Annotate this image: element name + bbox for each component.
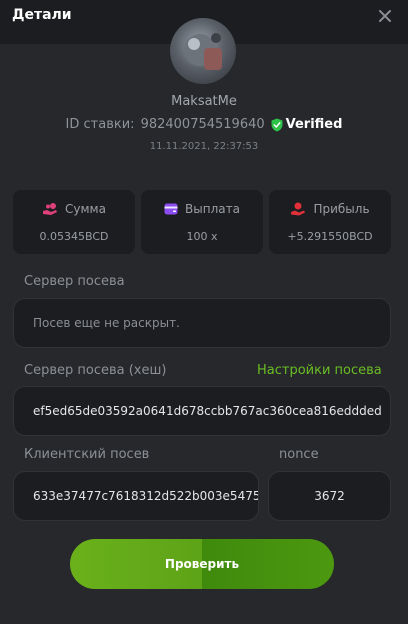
username: MaksatMe [171, 94, 237, 109]
verified-badge: Verified [271, 117, 343, 132]
bet-date: 11.11.2021, 22:37:53 [149, 141, 259, 152]
verify-button-label: Проверить [164, 557, 240, 571]
stat-profit: Прибыль +5.291550BCD [269, 190, 391, 254]
server-seed-label: Сервер посева [24, 274, 125, 289]
nonce-value: 3672 [314, 489, 345, 503]
client-seed-field[interactable]: 633e37477c7618312d522b003e54751 [13, 471, 259, 521]
nonce-field[interactable]: 3672 [268, 471, 391, 521]
shield-check-icon [271, 118, 283, 131]
server-seed-value: Посев еще не раскрыт. [33, 316, 180, 330]
client-seed-value: 633e37477c7618312d522b003e54751 [33, 489, 259, 503]
server-seed-hash-label: Сервер посева (хеш) [24, 363, 167, 378]
nonce-label: nonce [279, 447, 319, 462]
stat-payout-value: 100 x [186, 230, 218, 243]
profit-hand-icon [291, 202, 306, 216]
stat-amount-value: 0.05345BCD [39, 230, 109, 243]
stat-profit-label: Прибыль [313, 202, 370, 216]
coins-hand-icon [43, 203, 58, 215]
avatar [170, 18, 236, 84]
bet-id-label: ID ставки: [65, 117, 135, 132]
server-seed-field: Посев еще не раскрыт. [13, 298, 391, 348]
wallet-icon [164, 203, 178, 215]
verified-label: Verified [285, 117, 343, 132]
stat-amount: Сумма 0.05345BCD [13, 190, 135, 254]
bet-id-value: 982400754519640 [140, 117, 265, 132]
stat-amount-label: Сумма [65, 202, 106, 216]
close-icon [379, 10, 391, 22]
close-button[interactable] [374, 5, 396, 27]
modal-title: Детали [12, 7, 72, 23]
stat-payout-label: Выплата [185, 202, 240, 216]
verify-button[interactable]: Проверить [70, 539, 334, 589]
seed-settings-link[interactable]: Настройки посева [257, 363, 382, 378]
server-seed-hash-value: ef5ed65de03592a0641d678ccbb767ac360cea81… [33, 404, 382, 418]
client-seed-label: Клиентский посев [24, 447, 150, 462]
bet-id-line: ID ставки: 982400754519640 Verified [0, 117, 408, 132]
avatar-image [184, 33, 222, 70]
server-seed-hash-field[interactable]: ef5ed65de03592a0641d678ccbb767ac360cea81… [13, 386, 391, 436]
stat-profit-value: +5.291550BCD [287, 230, 373, 243]
stat-payout: Выплата 100 x [141, 190, 263, 254]
